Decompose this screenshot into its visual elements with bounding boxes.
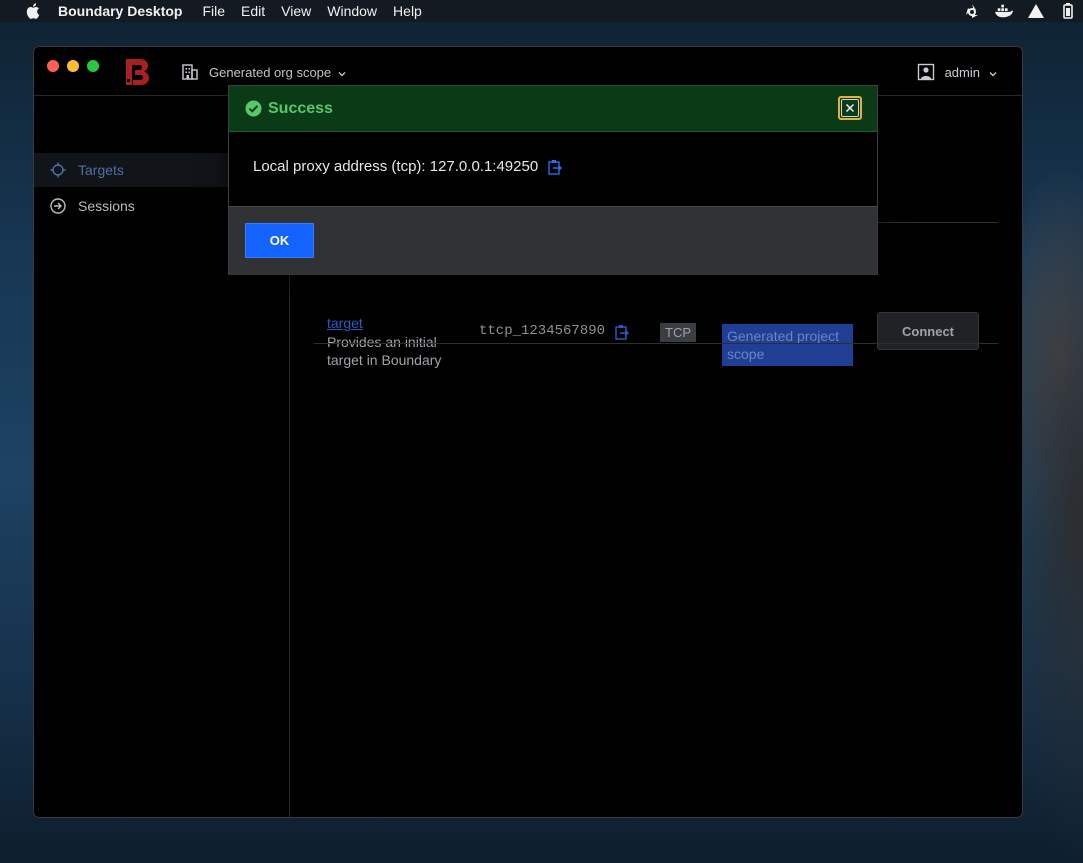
target-type-badge: TCP: [660, 323, 696, 342]
close-window-button[interactable]: [47, 60, 59, 72]
session-icon: [50, 198, 66, 214]
success-dialog: Success Local proxy address (tcp): 127.0…: [228, 85, 878, 275]
menu-view[interactable]: View: [281, 0, 311, 22]
user-menu[interactable]: admin: [917, 63, 998, 81]
copy-icon[interactable]: [548, 159, 563, 175]
drive-icon[interactable]: [1027, 3, 1045, 19]
boundary-logo-icon[interactable]: [124, 57, 150, 87]
menu-tray: [963, 0, 1083, 22]
building-icon: [181, 63, 199, 81]
sidebar-item-label: Targets: [78, 162, 124, 178]
menu-window[interactable]: Window: [327, 0, 377, 22]
zoom-window-button[interactable]: [87, 60, 99, 72]
scope-label: Generated org scope: [209, 64, 332, 80]
apple-icon[interactable]: [23, 3, 43, 19]
recycle-icon[interactable]: [963, 3, 981, 19]
ok-button[interactable]: OK: [245, 223, 314, 258]
target-scope-badge: Generated project scope: [722, 324, 853, 366]
target-name-link[interactable]: target: [327, 315, 363, 331]
minimize-window-button[interactable]: [67, 60, 79, 72]
menu-app-name[interactable]: Boundary Desktop: [58, 0, 182, 22]
dialog-message: Local proxy address (tcp): 127.0.0.1:492…: [253, 158, 539, 175]
chevron-down-icon: [337, 67, 347, 77]
docker-icon[interactable]: [995, 3, 1013, 19]
dialog-body: Local proxy address (tcp): 127.0.0.1:492…: [253, 158, 563, 175]
menu-help[interactable]: Help: [393, 0, 422, 22]
dialog-header: Success: [229, 86, 877, 132]
target-icon: [50, 162, 66, 178]
connect-button[interactable]: Connect: [877, 312, 979, 350]
user-icon: [917, 63, 935, 81]
check-circle-icon: [245, 100, 262, 117]
sidebar-item-label: Sessions: [78, 198, 135, 214]
menu-edit[interactable]: Edit: [241, 0, 265, 22]
dialog-title: Success: [268, 99, 333, 117]
target-id: ttcp_1234567890: [479, 323, 606, 339]
close-icon: [841, 99, 859, 117]
menu-bar: Boundary Desktop File Edit View Window H…: [0, 0, 1083, 22]
target-description: Provides an initial target in Boundary: [327, 334, 442, 368]
menu-file[interactable]: File: [202, 0, 225, 22]
battery-icon[interactable]: [1059, 3, 1077, 19]
chevron-down-icon: [988, 67, 998, 77]
scope-selector[interactable]: Generated org scope: [181, 63, 347, 81]
copy-icon[interactable]: [615, 324, 630, 340]
user-label: admin: [944, 64, 980, 80]
table-row-divider: [314, 343, 998, 344]
dialog-footer: OK: [229, 206, 877, 275]
close-button[interactable]: [838, 96, 862, 120]
